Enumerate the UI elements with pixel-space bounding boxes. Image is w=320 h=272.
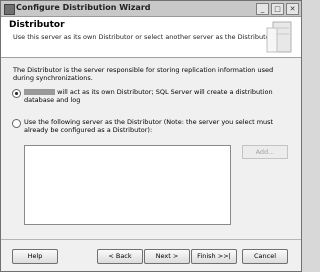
- footer-divider: [1, 239, 301, 240]
- close-icon[interactable]: ✕: [286, 3, 299, 15]
- back-button[interactable]: < Back: [97, 249, 143, 264]
- own-distributor-label: will act as its own Distributor; SQL Ser…: [24, 88, 273, 104]
- page-title: Distributor: [9, 20, 65, 30]
- distributor-server-list[interactable]: [24, 145, 231, 225]
- add-button[interactable]: Add...: [242, 145, 288, 159]
- wizard-window: Configure Distribution Wizard _ □ ✕ Dist…: [0, 0, 302, 272]
- cancel-button[interactable]: Cancel: [242, 249, 288, 264]
- window-title: Configure Distribution Wizard: [16, 3, 151, 12]
- title-bar[interactable]: Configure Distribution Wizard _ □ ✕: [1, 1, 301, 17]
- help-button[interactable]: Help: [12, 249, 58, 264]
- server-graphic-icon: [266, 21, 292, 53]
- other-distributor-radio[interactable]: [12, 119, 21, 128]
- maximize-icon[interactable]: □: [271, 3, 284, 15]
- finish-button[interactable]: Finish >>|: [191, 249, 237, 264]
- own-distributor-radio[interactable]: [12, 89, 21, 98]
- redacted-server-name: [24, 89, 55, 95]
- next-button[interactable]: Next >: [144, 249, 190, 264]
- wizard-header: Distributor Use this server as its own D…: [1, 17, 301, 58]
- app-icon: [4, 4, 15, 15]
- wizard-content: The Distributor is the server responsibl…: [1, 58, 301, 238]
- minimize-icon[interactable]: _: [256, 3, 269, 15]
- page-subtitle: Use this server as its own Distributor o…: [13, 33, 274, 41]
- own-distributor-label-container: will act as its own Distributor; SQL Ser…: [24, 88, 286, 104]
- description-text: The Distributor is the server responsibl…: [13, 66, 274, 82]
- other-distributor-label: Use the following server as the Distribu…: [24, 118, 274, 134]
